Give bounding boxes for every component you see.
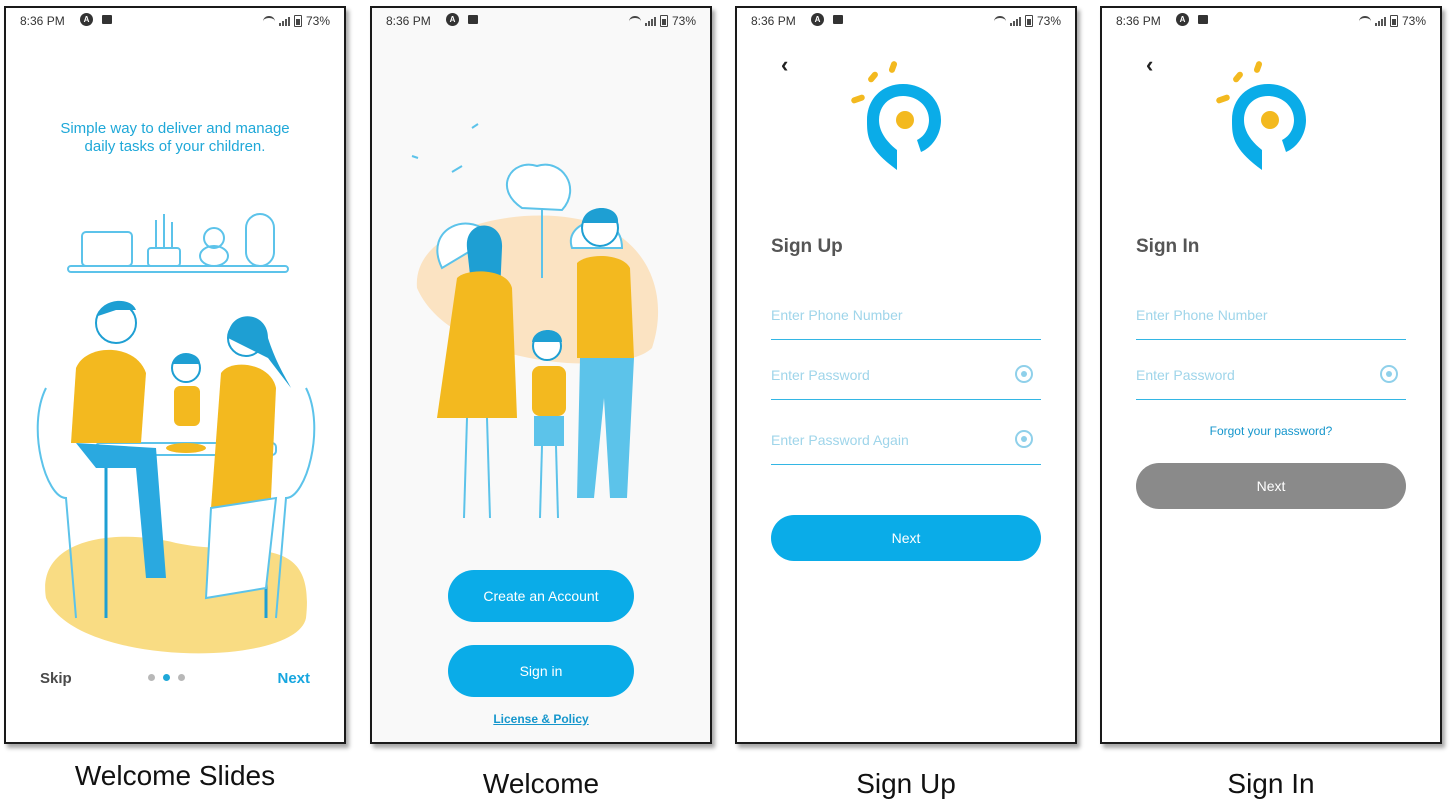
status-right: 73% bbox=[262, 14, 330, 28]
status-time: 8:36 PM bbox=[1116, 14, 1161, 28]
chevron-left-icon[interactable]: ‹ bbox=[781, 52, 788, 78]
show-password-icon[interactable] bbox=[1015, 365, 1033, 383]
tagline-line-2: daily tasks of your children. bbox=[84, 138, 266, 155]
image-notification-icon bbox=[468, 15, 478, 24]
phone-number-field[interactable]: Enter Phone Number bbox=[1136, 299, 1406, 340]
app-notification-icon: A bbox=[446, 13, 459, 26]
status-bar: 8:36 PM A 73% bbox=[737, 8, 1075, 34]
family-walking-illustration bbox=[411, 123, 659, 519]
password-field[interactable]: Enter Password bbox=[771, 359, 1041, 400]
wifi-icon bbox=[628, 15, 641, 27]
phone-sign-in: 8:36 PM A 73% ‹ Sign In Enter Phone Numb… bbox=[1100, 6, 1442, 744]
wifi-icon bbox=[1358, 15, 1371, 27]
app-notification-icon: A bbox=[80, 13, 93, 26]
license-policy-link[interactable]: License & Policy bbox=[372, 712, 710, 726]
battery-icon bbox=[1024, 15, 1033, 27]
pager-dot-active[interactable] bbox=[163, 674, 170, 681]
password-again-field[interactable]: Enter Password Again bbox=[771, 424, 1041, 465]
status-bar: 8:36 PM A 73% bbox=[6, 8, 344, 34]
signal-icon bbox=[644, 16, 656, 26]
status-bar: 8:36 PM A 73% bbox=[372, 8, 710, 34]
tagline-line-1: Simple way to deliver and manage bbox=[60, 120, 290, 137]
battery-icon bbox=[659, 15, 668, 27]
signal-icon bbox=[1374, 16, 1386, 26]
next-button[interactable]: Next bbox=[771, 515, 1041, 561]
battery-icon bbox=[1389, 15, 1398, 27]
show-password-icon[interactable] bbox=[1015, 430, 1033, 448]
onboarding-tagline: Simple way to deliver and manage daily t… bbox=[26, 120, 324, 156]
phone-number-field[interactable]: Enter Phone Number bbox=[771, 299, 1041, 340]
phone-welcome: 8:36 PM A 73% Create an Account Sign in … bbox=[370, 6, 712, 744]
signal-icon bbox=[278, 16, 290, 26]
signal-icon bbox=[1009, 16, 1021, 26]
password-placeholder: Enter Password bbox=[771, 367, 870, 383]
status-bar: 8:36 PM A 73% bbox=[1102, 8, 1440, 34]
skip-button[interactable]: Skip bbox=[40, 670, 72, 687]
image-notification-icon bbox=[833, 15, 843, 24]
battery-percent: 73% bbox=[1401, 14, 1426, 28]
image-notification-icon bbox=[102, 15, 112, 24]
phone-number-placeholder: Enter Phone Number bbox=[1136, 307, 1268, 323]
next-button[interactable]: Next bbox=[277, 670, 310, 687]
battery-percent: 73% bbox=[671, 14, 696, 28]
slide-pager bbox=[148, 674, 185, 681]
caption-sign-in: Sign In bbox=[1227, 768, 1315, 799]
battery-icon bbox=[293, 15, 302, 27]
pager-dot[interactable] bbox=[178, 674, 185, 681]
password-again-placeholder: Enter Password Again bbox=[771, 432, 909, 448]
battery-percent: 73% bbox=[305, 14, 330, 28]
status-right: 73% bbox=[1358, 14, 1426, 28]
caption-welcome-slides: Welcome Slides bbox=[74, 760, 276, 791]
status-right: 73% bbox=[993, 14, 1061, 28]
image-notification-icon bbox=[1198, 15, 1208, 24]
family-dinner-illustration bbox=[36, 213, 316, 654]
phone-sign-up: 8:36 PM A 73% ‹ Sign Up Enter Phone Numb… bbox=[735, 6, 1077, 744]
next-button[interactable]: Next bbox=[1136, 463, 1406, 509]
password-field[interactable]: Enter Password bbox=[1136, 359, 1406, 400]
sign-in-button[interactable]: Sign in bbox=[448, 645, 634, 697]
status-time: 8:36 PM bbox=[751, 14, 796, 28]
create-account-button[interactable]: Create an Account bbox=[448, 570, 634, 622]
page-title: Sign Up bbox=[771, 236, 843, 257]
status-right: 73% bbox=[628, 14, 696, 28]
show-password-icon[interactable] bbox=[1380, 365, 1398, 383]
app-notification-icon: A bbox=[811, 13, 824, 26]
app-notification-icon: A bbox=[1176, 13, 1189, 26]
pager-dot[interactable] bbox=[148, 674, 155, 681]
battery-percent: 73% bbox=[1036, 14, 1061, 28]
page-title: Sign In bbox=[1136, 236, 1200, 257]
status-time: 8:36 PM bbox=[386, 14, 431, 28]
phone-number-placeholder: Enter Phone Number bbox=[771, 307, 903, 323]
app-logo bbox=[1216, 61, 1306, 170]
password-placeholder: Enter Password bbox=[1136, 367, 1235, 383]
caption-sign-up: Sign Up bbox=[856, 768, 956, 799]
app-logo bbox=[851, 61, 941, 170]
phone-welcome-slides: 8:36 PM A 73% Simple way to deliver and … bbox=[4, 6, 346, 744]
wifi-icon bbox=[262, 15, 275, 27]
forgot-password-link[interactable]: Forgot your password? bbox=[1102, 424, 1440, 438]
status-time: 8:36 PM bbox=[20, 14, 65, 28]
wifi-icon bbox=[993, 15, 1006, 27]
chevron-left-icon[interactable]: ‹ bbox=[1146, 52, 1153, 78]
caption-welcome: Welcome bbox=[482, 768, 600, 799]
